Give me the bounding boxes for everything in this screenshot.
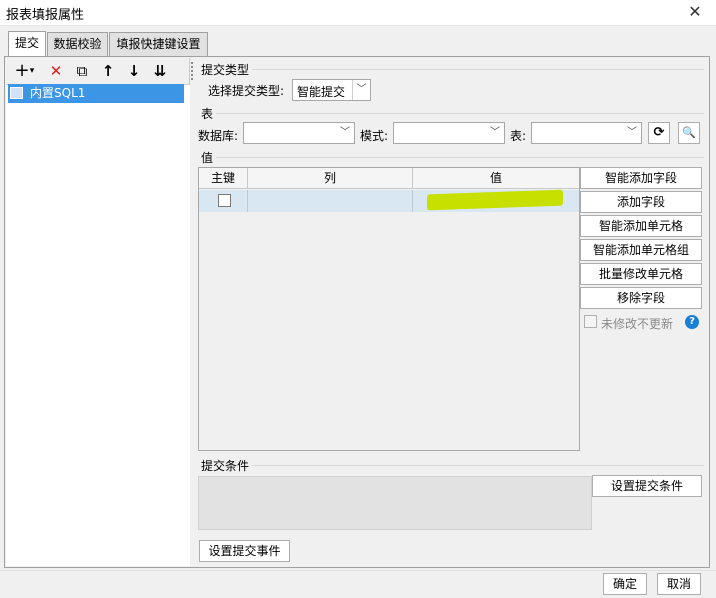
tab-data-validation[interactable]: 数据校验	[47, 32, 108, 56]
splitter-grip	[191, 78, 193, 80]
no-update-label: 未修改不更新	[601, 317, 674, 331]
table-heading: 表	[201, 107, 214, 121]
add-field-button[interactable]: 添加字段	[580, 191, 702, 213]
set-event-button[interactable]: 设置提交事件	[199, 540, 290, 562]
splitter-grip	[191, 62, 193, 64]
condition-heading: 提交条件	[201, 459, 250, 473]
preview-icon[interactable]: 🔍	[678, 122, 700, 144]
help-icon[interactable]: ?	[685, 315, 699, 329]
splitter-grip	[191, 66, 193, 68]
delete-icon[interactable]: ✕	[46, 62, 66, 80]
set-condition-button[interactable]: 设置提交条件	[592, 475, 702, 497]
table-label: 表:	[510, 129, 527, 143]
smart-add-cell-button[interactable]: 智能添加单元格	[580, 215, 702, 237]
submit-type-label: 选择提交类型:	[208, 84, 285, 98]
submit-type-select[interactable]: 智能提交 ﹀	[292, 79, 371, 101]
schema-select[interactable]: ﹀	[393, 122, 505, 144]
ok-button[interactable]: 确定	[603, 573, 647, 595]
pane-splitter[interactable]	[190, 58, 194, 566]
cancel-button[interactable]: 取消	[657, 573, 701, 595]
tab-shortcut-settings[interactable]: 填报快捷键设置	[109, 32, 208, 56]
window-title: 报表填报属性	[6, 8, 85, 23]
no-update-checkbox[interactable]	[584, 315, 597, 328]
database-select[interactable]: ﹀	[243, 122, 355, 144]
tab-submit[interactable]: 提交	[8, 31, 46, 57]
pk-checkbox[interactable]	[218, 194, 231, 207]
condition-display	[198, 476, 592, 530]
column-header-value[interactable]: 值	[413, 168, 579, 189]
divider	[252, 69, 704, 70]
remove-field-button[interactable]: 移除字段	[580, 287, 702, 309]
splitter-grip	[191, 74, 193, 76]
divider	[216, 113, 704, 114]
submit-type-heading: 提交类型	[201, 63, 250, 77]
footer-divider	[0, 570, 716, 571]
column-cell[interactable]	[248, 190, 413, 212]
refresh-icon[interactable]: ⟳	[648, 122, 670, 144]
move-bottom-icon[interactable]: ⇊	[150, 62, 170, 80]
move-down-icon[interactable]: ↓	[124, 62, 144, 80]
copy-icon[interactable]: ⧉	[72, 62, 92, 80]
chevron-down-icon: ﹀	[490, 127, 500, 138]
add-dropdown-icon[interactable]: ▾	[27, 62, 37, 80]
splitter-grip	[191, 70, 193, 72]
tree-item-sql1[interactable]: 内置SQL1	[8, 84, 184, 103]
chevron-down-icon: ﹀	[340, 127, 350, 138]
value-heading: 值	[201, 151, 214, 165]
table-select[interactable]: ﹀	[531, 122, 642, 144]
title-bar	[0, 0, 716, 26]
chevron-down-icon: ﹀	[627, 127, 637, 138]
column-header-pk[interactable]: 主键	[199, 168, 248, 189]
submit-type-value: 智能提交	[297, 85, 346, 99]
batch-modify-cell-button[interactable]: 批量修改单元格	[580, 263, 702, 285]
smart-add-cell-group-button[interactable]: 智能添加单元格组	[580, 239, 702, 261]
divider	[252, 465, 704, 466]
schema-label: 模式:	[360, 129, 389, 143]
table-icon	[10, 87, 23, 99]
move-up-icon[interactable]: ↑	[98, 62, 118, 80]
divider	[216, 157, 704, 158]
smart-add-field-button[interactable]: 智能添加字段	[580, 167, 702, 189]
chevron-down-icon: ﹀	[352, 80, 370, 100]
dataset-tree[interactable]	[6, 84, 190, 566]
database-label: 数据库:	[198, 129, 239, 143]
column-header-column[interactable]: 列	[248, 168, 413, 189]
close-icon[interactable]: ✕	[684, 2, 706, 22]
